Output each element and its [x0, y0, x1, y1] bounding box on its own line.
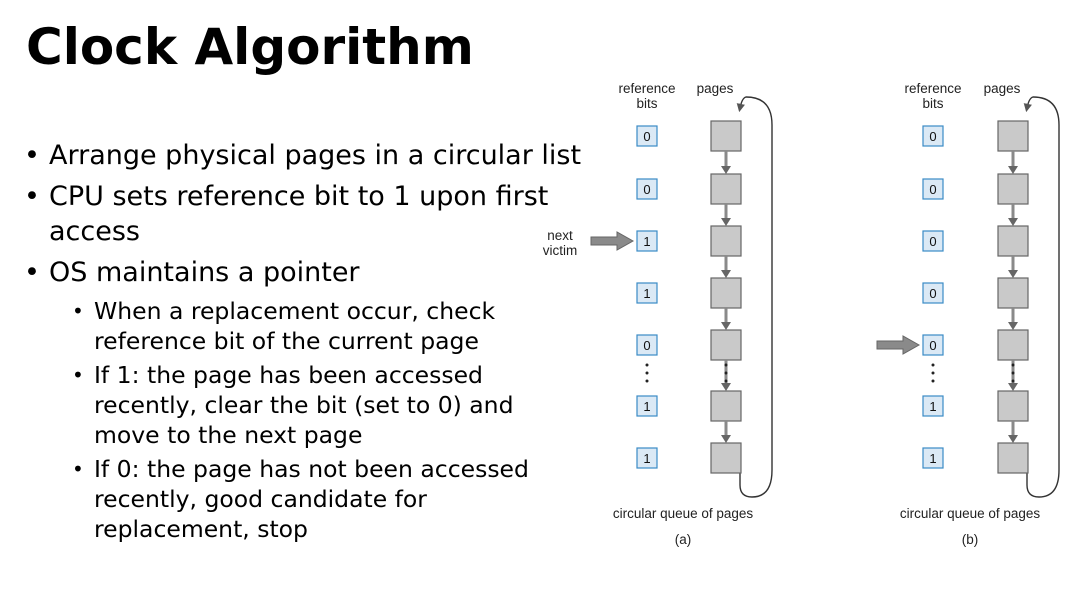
clock-hand-pointer-arrow — [876, 335, 921, 355]
reference-bits-label: bits — [636, 96, 657, 111]
reference-bits-label: reference — [618, 81, 675, 96]
ellipsis-dot — [724, 371, 728, 375]
page-link-arrowhead — [721, 270, 731, 278]
diagram-caption: (b) — [962, 532, 979, 547]
reference-bit-value: 1 — [929, 451, 936, 466]
diagram-caption: (a) — [675, 532, 692, 547]
reference-bit-value: 1 — [643, 451, 650, 466]
page-frame — [710, 120, 742, 152]
reference-bit-value: 0 — [929, 129, 936, 144]
circular-queue-label: circular queue of pages — [900, 506, 1041, 521]
page-frame — [997, 390, 1029, 422]
page-frame — [710, 390, 742, 422]
page-link-arrowhead — [1008, 435, 1018, 443]
page-frame — [997, 225, 1029, 257]
reference-bit-value: 1 — [643, 399, 650, 414]
ellipsis-dot — [1011, 379, 1015, 383]
page-frame — [997, 277, 1029, 309]
reference-bit-value: 0 — [929, 286, 936, 301]
next-victim-label: next — [547, 228, 573, 243]
circular-queue-label: circular queue of pages — [613, 506, 754, 521]
pages-label: pages — [697, 81, 734, 96]
ellipsis-dot — [1011, 371, 1015, 375]
page-frame — [997, 173, 1029, 205]
reference-bit-value: 0 — [643, 182, 650, 197]
page-link-arrowhead — [721, 383, 731, 391]
page-link-arrowhead — [1008, 322, 1018, 330]
ellipsis-dot — [931, 371, 935, 375]
page-link-arrowhead — [1008, 270, 1018, 278]
reference-bits-label: reference — [904, 81, 961, 96]
reference-bit-value: 1 — [929, 399, 936, 414]
page-frame — [997, 120, 1029, 152]
reference-bits-label: bits — [922, 96, 943, 111]
reference-bit-value: 0 — [929, 234, 936, 249]
circular-return-arrow — [736, 96, 773, 498]
ellipsis-dot — [645, 363, 649, 367]
pages-label: pages — [984, 81, 1021, 96]
page-link-arrowhead — [721, 435, 731, 443]
ellipsis-dot — [724, 363, 728, 367]
page-link-arrowhead — [1008, 166, 1018, 174]
clock-diagrams: referencebitspages0011011nextvictimcircu… — [543, 81, 1060, 547]
page-link-arrowhead — [721, 218, 731, 226]
ellipsis-dot — [645, 379, 649, 383]
ellipsis-dot — [724, 379, 728, 383]
ellipsis-dot — [931, 363, 935, 367]
page-link-arrowhead — [1008, 383, 1018, 391]
reference-bit-value: 0 — [929, 182, 936, 197]
page-frame — [997, 329, 1029, 361]
reference-bit-value: 0 — [643, 129, 650, 144]
circular-return-arrow — [1023, 96, 1060, 498]
reference-bit-value: 1 — [643, 286, 650, 301]
page-link-arrowhead — [721, 166, 731, 174]
page-frame — [710, 173, 742, 205]
page-link-arrowhead — [1008, 218, 1018, 226]
reference-bit-value: 1 — [643, 234, 650, 249]
page-frame — [710, 225, 742, 257]
next-victim-label: victim — [543, 243, 578, 258]
page-frame — [710, 329, 742, 361]
clock-hand-pointer-arrow — [590, 231, 635, 251]
reference-bit-value: 0 — [929, 338, 936, 353]
ellipsis-dot — [931, 379, 935, 383]
page-frame — [710, 442, 742, 474]
page-frame — [997, 442, 1029, 474]
ellipsis-dot — [645, 371, 649, 375]
page-link-arrowhead — [721, 322, 731, 330]
page-frame — [710, 277, 742, 309]
ellipsis-dot — [1011, 363, 1015, 367]
reference-bit-value: 0 — [643, 338, 650, 353]
